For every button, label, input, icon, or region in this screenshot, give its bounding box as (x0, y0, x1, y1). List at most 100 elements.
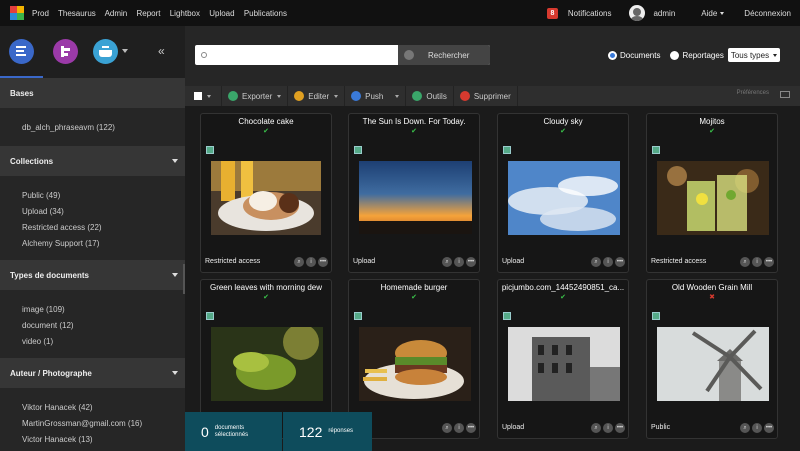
info-icon[interactable]: i (752, 257, 762, 267)
facet-item[interactable]: Public (49) (22, 188, 185, 204)
delete-button[interactable]: Supprimer (454, 86, 517, 106)
help-chevron-down-icon[interactable] (720, 11, 725, 15)
record-title: Mojitos (699, 117, 725, 126)
facet-item[interactable]: db_alch_phraseavm (122) (22, 120, 185, 136)
nav-lightbox[interactable]: Lightbox (170, 9, 200, 18)
more-icon[interactable]: ••• (318, 257, 328, 267)
info-icon[interactable]: i (454, 423, 464, 433)
record-card[interactable]: Mojitos ✔ Restricted access ⌕ i ••• (646, 113, 778, 273)
user-avatar-icon[interactable] (629, 5, 646, 21)
nav-prod[interactable]: Prod (32, 9, 49, 18)
record-thumbnail[interactable] (359, 161, 472, 234)
search-button[interactable]: Rechercher (398, 45, 490, 65)
record-card[interactable]: Chocolate cake ✔ Restricted access ⌕ i •… (200, 113, 332, 273)
info-icon[interactable]: i (603, 423, 613, 433)
app-logo-icon[interactable] (10, 6, 24, 20)
facet-item[interactable]: Viktor Hanacek (42) (22, 400, 185, 416)
record-type-icon (206, 312, 214, 320)
more-icon[interactable]: ••• (466, 257, 476, 267)
chevron-down-icon[interactable] (172, 159, 178, 163)
select-all-checkbox[interactable] (194, 92, 202, 100)
edit-label: Editer (308, 91, 330, 101)
chevron-down-icon[interactable] (172, 273, 178, 277)
basket-tab-icon[interactable] (93, 39, 118, 64)
facet-item[interactable]: video (1) (22, 334, 185, 350)
info-icon[interactable]: i (752, 423, 762, 433)
display-mode-icon[interactable] (780, 91, 790, 98)
edit-button[interactable]: Editer (288, 86, 344, 106)
record-thumbnail[interactable] (508, 327, 620, 401)
search-input[interactable] (211, 48, 401, 62)
reportages-radio-label[interactable]: Reportages (682, 51, 723, 60)
nav-publications[interactable]: Publications (244, 9, 287, 18)
more-icon[interactable]: ••• (615, 257, 625, 267)
logout-link[interactable]: Déconnexion (744, 9, 791, 18)
chevron-down-icon[interactable] (172, 371, 178, 375)
record-thumbnail[interactable] (359, 327, 471, 401)
workzone-tab-icon[interactable] (53, 39, 78, 64)
record-card[interactable]: Cloudy sky ✔ Upload ⌕ i ••• (497, 113, 629, 273)
push-button[interactable]: Push (345, 86, 405, 106)
nav-report[interactable]: Report (136, 9, 160, 18)
top-nav: Prod Thesaurus Admin Report Lightbox Upl… (32, 9, 294, 18)
record-card[interactable]: The Sun Is Down. For Today. ✔ Upload ⌕ i… (348, 113, 480, 273)
record-thumbnail[interactable] (211, 161, 321, 235)
facet-item[interactable]: Victor Hanacek (13) (22, 432, 185, 448)
results-count: 122 (299, 423, 323, 440)
nav-upload[interactable]: Upload (209, 9, 234, 18)
record-thumbnail[interactable] (657, 327, 769, 401)
info-icon[interactable]: i (454, 257, 464, 267)
tools-button[interactable]: Outils (406, 86, 452, 106)
preview-icon[interactable]: ⌕ (294, 257, 304, 267)
clear-search-icon[interactable] (404, 50, 414, 60)
facet-item[interactable]: Alchemy Support (17) (22, 236, 185, 252)
record-tools: ⌕ i ••• (589, 257, 625, 267)
type-select[interactable]: Tous types (727, 48, 781, 62)
preview-icon[interactable]: ⌕ (591, 423, 601, 433)
facets-list[interactable]: Bases db_alch_phraseavm (122) Collection… (0, 78, 185, 451)
record-type-icon (652, 146, 660, 154)
reportages-radio[interactable] (670, 50, 680, 60)
preview-icon[interactable]: ⌕ (442, 423, 452, 433)
preferences-link[interactable]: Préférences (737, 90, 769, 96)
record-type-icon (354, 312, 362, 320)
more-icon[interactable]: ••• (764, 257, 774, 267)
section-bases-header[interactable]: Bases (0, 78, 185, 108)
export-button[interactable]: Exporter (222, 86, 287, 106)
facet-item[interactable]: Restricted access (22) (22, 220, 185, 236)
more-icon[interactable]: ••• (615, 423, 625, 433)
notifications-link[interactable]: Notifications (568, 9, 612, 18)
nav-admin[interactable]: Admin (105, 9, 128, 18)
record-card[interactable]: Old Wooden Grain Mill ✖ Public ⌕ i ••• (646, 279, 778, 439)
record-card[interactable]: picjumbo.com_14452490851_ca... ✔ Upload … (497, 279, 629, 439)
more-icon[interactable]: ••• (764, 423, 774, 433)
section-author-header[interactable]: Auteur / Photographe (0, 358, 185, 388)
info-icon[interactable]: i (603, 257, 613, 267)
nav-thesaurus[interactable]: Thesaurus (58, 9, 96, 18)
facet-item[interactable]: document (12) (22, 318, 185, 334)
record-thumbnail[interactable] (508, 161, 620, 235)
record-tools: ⌕ i ••• (589, 423, 625, 433)
more-icon[interactable]: ••• (466, 423, 476, 433)
collapse-panel-icon[interactable]: « (158, 44, 165, 58)
facet-item[interactable]: Upload (34) (22, 204, 185, 220)
documents-radio-label[interactable]: Documents (620, 51, 660, 60)
section-collections-header[interactable]: Collections (0, 146, 185, 176)
documents-radio[interactable] (608, 50, 617, 60)
facet-item[interactable]: MartinGrossman@gmail.com (16) (22, 416, 185, 432)
notification-count-badge[interactable]: 8 (546, 7, 558, 19)
preview-icon[interactable]: ⌕ (740, 423, 750, 433)
facets-tab-icon[interactable] (9, 39, 34, 64)
facet-item[interactable]: image (109) (22, 302, 185, 318)
preview-icon[interactable]: ⌕ (740, 257, 750, 267)
select-chevron-down-icon[interactable] (207, 94, 211, 98)
record-thumbnail[interactable] (211, 327, 323, 401)
preview-icon[interactable]: ⌕ (591, 257, 601, 267)
section-doc-types-header[interactable]: Types de documents (0, 260, 185, 290)
user-name[interactable]: admin (653, 9, 675, 18)
preview-icon[interactable]: ⌕ (442, 257, 452, 267)
basket-chevron-down-icon[interactable] (122, 49, 128, 53)
help-menu[interactable]: Aide (701, 9, 717, 18)
record-thumbnail[interactable] (657, 161, 769, 235)
info-icon[interactable]: i (306, 257, 316, 267)
